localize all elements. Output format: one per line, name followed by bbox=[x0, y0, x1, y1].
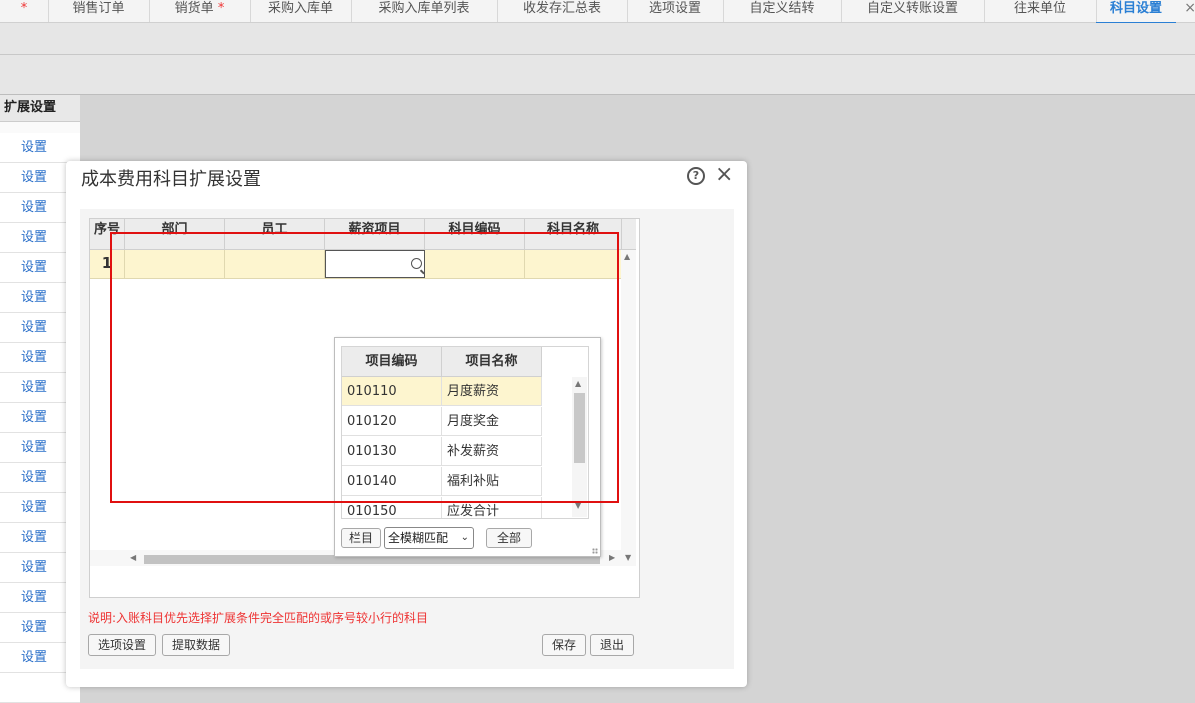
scroll-down-icon[interactable]: ▼ bbox=[625, 553, 631, 562]
expense-account-settings-dialog: 成本费用科目扩展设置 ? × 序号 部门 员工 薪资项目 科目编码 科目名称 1… bbox=[66, 161, 747, 687]
save-button[interactable]: 保存 bbox=[542, 634, 586, 656]
column-header-account-name[interactable]: 科目名称 bbox=[525, 219, 622, 250]
tab-label: 自定义结转 bbox=[749, 1, 815, 16]
scroll-thumb[interactable] bbox=[574, 393, 585, 463]
dialog-body: 序号 部门 员工 薪资项目 科目编码 科目名称 1 ▲ ◀ ▶ ▼ 项目编码 项… bbox=[80, 209, 734, 669]
tab-purchase-receipt[interactable]: 采购入库单 bbox=[250, 0, 352, 22]
tab-label: 收发存汇总表 bbox=[522, 1, 601, 16]
grid-vertical-scrollbar[interactable]: ▲ bbox=[621, 250, 636, 550]
help-icon[interactable]: ? bbox=[687, 167, 705, 185]
settings-grid: 序号 部门 员工 薪资项目 科目编码 科目名称 1 ▲ ◀ ▶ ▼ 项目编码 项… bbox=[89, 218, 640, 598]
lookup-name-cell[interactable]: 福利补贴 bbox=[442, 467, 542, 496]
lookup-code-cell[interactable]: 010150 bbox=[342, 497, 442, 518]
fetch-data-button[interactable]: 提取数据 bbox=[162, 634, 230, 656]
toolbar bbox=[0, 23, 1195, 55]
column-header-department[interactable]: 部门 bbox=[125, 219, 225, 250]
tab-purchase-receipt-list[interactable]: 采购入库单列表 bbox=[351, 0, 498, 22]
lookup-code-cell[interactable]: 010120 bbox=[342, 407, 442, 436]
tab-label: 选项设置 bbox=[648, 1, 701, 16]
options-settings-button[interactable]: 选项设置 bbox=[88, 634, 156, 656]
exit-button[interactable]: 退出 bbox=[590, 634, 634, 656]
account-name-cell[interactable] bbox=[525, 250, 622, 279]
lookup-code-cell[interactable]: 010130 bbox=[342, 437, 442, 466]
modified-mark: * bbox=[20, 1, 28, 16]
tab-bar: * 销售订单 销货单 * 采购入库单 采购入库单列表 收发存汇总表 选项设置 自… bbox=[0, 0, 1195, 24]
match-mode-value: 全模糊匹配 bbox=[388, 531, 449, 545]
search-icon[interactable] bbox=[411, 258, 422, 269]
toolbar-secondary bbox=[0, 55, 1195, 95]
tab-options[interactable]: 选项设置 bbox=[627, 0, 724, 22]
close-icon[interactable]: × bbox=[1184, 0, 1195, 17]
tab-label: 自定义转账设置 bbox=[866, 1, 958, 16]
lookup-name-cell[interactable]: 月度薪资 bbox=[442, 377, 542, 406]
scroll-right-icon[interactable]: ▶ bbox=[609, 553, 615, 562]
lookup-grid: 项目编码 项目名称 010110 月度薪资 010120 月度奖金 010130… bbox=[341, 346, 589, 519]
column-header-salary-item[interactable]: 薪资项目 bbox=[325, 219, 425, 250]
columns-button[interactable]: 栏目 bbox=[341, 528, 381, 548]
tab-label: 采购入库单 bbox=[267, 1, 333, 16]
column-header-employee[interactable]: 员工 bbox=[225, 219, 325, 250]
tab-label: 往来单位 bbox=[1013, 1, 1066, 16]
resize-grip-icon[interactable] bbox=[592, 548, 598, 554]
lookup-header-code[interactable]: 项目编码 bbox=[342, 347, 442, 377]
all-button[interactable]: 全部 bbox=[486, 528, 532, 548]
chevron-down-icon: ⌄ bbox=[460, 532, 469, 543]
scroll-up-icon[interactable]: ▲ bbox=[624, 252, 630, 261]
note-text: 说明:入账科目优先选择扩展条件完全匹配的或序号较小行的科目 bbox=[88, 611, 429, 625]
tab-sales-order[interactable]: 销售订单 bbox=[48, 0, 150, 22]
tab-counterparty[interactable]: 往来单位 bbox=[984, 0, 1097, 22]
tab-account-settings[interactable]: 科目设置 × bbox=[1096, 0, 1195, 24]
row-number: 1 bbox=[90, 250, 125, 279]
column-header-no[interactable]: 序号 bbox=[90, 219, 125, 250]
scroll-down-icon[interactable]: ▼ bbox=[575, 501, 581, 510]
lookup-code-cell[interactable]: 010110 bbox=[342, 377, 442, 406]
scroll-left-icon[interactable]: ◀ bbox=[130, 553, 136, 562]
header-filler bbox=[622, 219, 636, 250]
lookup-header-name[interactable]: 项目名称 bbox=[442, 347, 542, 377]
sidebar-header: 扩展设置 bbox=[0, 95, 80, 122]
tab-inventory-summary[interactable]: 收发存汇总表 bbox=[497, 0, 628, 22]
tab-unnamed[interactable]: * bbox=[0, 0, 49, 22]
lookup-name-cell[interactable]: 应发合计 bbox=[442, 497, 542, 518]
salary-item-lookup-popup: 项目编码 项目名称 010110 月度薪资 010120 月度奖金 010130… bbox=[334, 337, 601, 557]
tab-custom-transfer[interactable]: 自定义转账设置 bbox=[841, 0, 985, 22]
lookup-scrollbar[interactable]: ▲ ▼ bbox=[572, 377, 587, 517]
account-code-cell[interactable] bbox=[425, 250, 525, 279]
tab-label: 销售订单 bbox=[72, 1, 125, 16]
lookup-name-cell[interactable]: 补发薪资 bbox=[442, 437, 542, 466]
lookup-code-cell[interactable]: 010140 bbox=[342, 467, 442, 496]
scroll-up-icon[interactable]: ▲ bbox=[575, 379, 581, 388]
department-cell[interactable] bbox=[125, 250, 225, 279]
match-mode-select[interactable]: 全模糊匹配 ⌄ bbox=[384, 527, 474, 549]
employee-cell[interactable] bbox=[225, 250, 325, 279]
settings-link[interactable]: 设置 bbox=[0, 133, 80, 163]
dialog-title: 成本费用科目扩展设置 bbox=[81, 169, 261, 190]
column-header-account-code[interactable]: 科目编码 bbox=[425, 219, 525, 250]
tab-label: 科目设置 bbox=[1109, 1, 1162, 16]
tab-custom-carryover[interactable]: 自定义结转 bbox=[723, 0, 842, 22]
tab-label: 采购入库单列表 bbox=[378, 1, 470, 16]
modified-mark: * bbox=[217, 1, 225, 16]
close-icon[interactable]: × bbox=[715, 163, 733, 187]
tab-label: 销货单 bbox=[174, 1, 214, 16]
salary-item-input[interactable] bbox=[325, 250, 425, 278]
tab-delivery[interactable]: 销货单 * bbox=[149, 0, 251, 22]
lookup-name-cell[interactable]: 月度奖金 bbox=[442, 407, 542, 436]
